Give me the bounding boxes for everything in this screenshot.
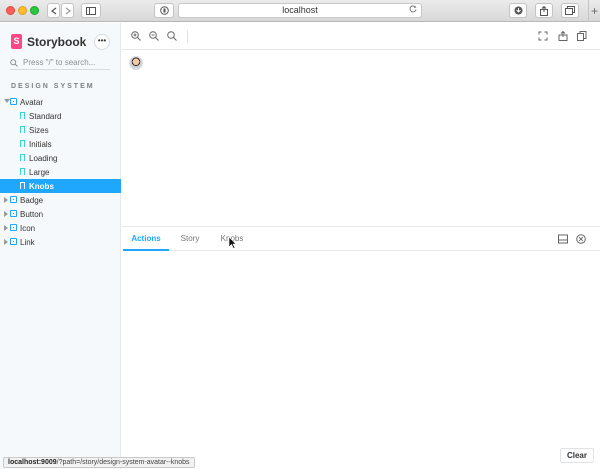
back-button[interactable] [47,3,60,18]
search-field[interactable]: Press "/" to search... [10,56,110,70]
bookmark-icon [20,112,25,119]
story-item-large[interactable]: Large [0,165,121,179]
panel-controls [558,234,586,244]
minimize-window-button[interactable] [18,6,27,15]
zoom-reset-button[interactable] [166,30,178,42]
chevron-right-icon [4,225,8,231]
avatar [129,56,143,70]
close-icon[interactable] [576,234,586,244]
search-placeholder: Press "/" to search... [23,58,96,67]
story-item-initials[interactable]: Initials [0,137,121,151]
tabs-overview-button[interactable] [561,3,579,18]
share-icon [540,5,548,16]
addons-tabbar: Actions Story Knobs [122,227,600,251]
download-icon [514,6,522,15]
story-item-sizes[interactable]: Sizes [0,123,121,137]
tree-group-label: Icon [20,223,36,233]
bookmark-icon [20,126,25,133]
copy-icon [577,31,587,41]
story-item-loading[interactable]: Loading [0,151,121,165]
copy-link-button[interactable] [576,30,588,42]
story-canvas [122,51,600,226]
component-icon [10,210,17,217]
zoom-out-icon [149,31,159,41]
sidebar-menu-button[interactable]: ••• [94,34,110,50]
toolbar-divider [187,30,188,43]
tree-group-label: Link [20,237,35,247]
status-url-path: /?path=/story/design-system-avatar--knob… [56,459,190,466]
bookmark-icon [20,168,25,175]
tab-actions[interactable]: Actions [123,227,169,251]
close-window-button[interactable] [6,6,15,15]
expand-icon [538,31,548,41]
zoom-window-button[interactable] [30,6,39,15]
chevron-right-icon [4,197,8,203]
chevron-right-icon [4,239,8,245]
story-label: Loading [29,153,58,163]
address-text: localhost [282,5,318,15]
downloads-button[interactable] [509,3,527,18]
storybook-logo[interactable]: S Storybook [11,34,86,49]
bookmark-icon [20,182,25,189]
storybook-logo-icon: S [11,34,22,49]
story-item-standard[interactable]: Standard [0,109,121,123]
share-button[interactable] [535,3,553,18]
chevron-left-icon [50,7,56,14]
sidebar: S Storybook ••• Press "/" to search... D… [0,23,121,469]
tree-group-avatar[interactable]: Avatar [0,95,121,109]
story-item-knobs[interactable]: Knobs [0,179,121,193]
tree-group-label: Button [20,209,44,219]
forward-button[interactable] [61,3,74,18]
privacy-button[interactable] [154,3,174,18]
zoom-out-button[interactable] [148,30,160,42]
component-icon [10,196,17,203]
sidebar-toggle-button[interactable] [81,3,101,18]
status-url-host: localhost:9009 [8,459,57,466]
zoom-in-button[interactable] [130,30,142,42]
tabs-icon [565,6,575,15]
share-icon [558,31,568,41]
open-in-new-tab-button[interactable] [557,30,569,42]
component-icon [10,98,17,105]
fullscreen-button[interactable] [537,30,549,42]
new-tab-button[interactable]: + [588,0,600,22]
tree-group-button[interactable]: Button [0,207,121,221]
chevron-right-icon [4,211,8,217]
story-label: Initials [29,139,52,149]
panel-position-icon[interactable] [558,234,568,244]
reload-icon[interactable] [409,4,417,17]
chevron-right-icon [65,7,71,14]
addons-panel: Actions Story Knobs Clear [122,226,600,469]
tree-group-badge[interactable]: Badge [0,193,121,207]
address-bar[interactable]: localhost [178,3,422,18]
component-icon [10,224,17,231]
story-tree: Avatar Standard Sizes Initials Loading L… [0,95,121,249]
shield-icon [159,6,169,15]
story-label: Standard [29,111,62,121]
brand-name: Storybook [27,34,87,49]
preview-toolbar [122,23,600,50]
mouse-cursor-icon [229,237,237,249]
tree-group-link[interactable]: Link [0,235,121,249]
story-label: Knobs [29,181,54,191]
sidebar-icon [86,6,96,15]
bookmark-icon [20,140,25,147]
tree-group-label: Badge [20,195,44,205]
tab-story[interactable]: Story [174,227,206,251]
story-label: Large [29,167,50,177]
link-status-bar: localhost:9009/?path=/story/design-syste… [3,457,195,468]
bookmark-icon [20,154,25,161]
clear-button[interactable]: Clear [559,448,594,463]
search-icon [10,58,18,67]
zoom-in-icon [131,31,141,41]
component-icon [10,238,17,245]
story-label: Sizes [29,125,49,135]
tree-group-label: Avatar [20,97,43,107]
browser-toolbar: localhost + [0,0,600,22]
section-heading: DESIGN SYSTEM [11,83,95,90]
tree-group-icon[interactable]: Icon [0,221,121,235]
zoom-reset-icon [167,31,177,41]
